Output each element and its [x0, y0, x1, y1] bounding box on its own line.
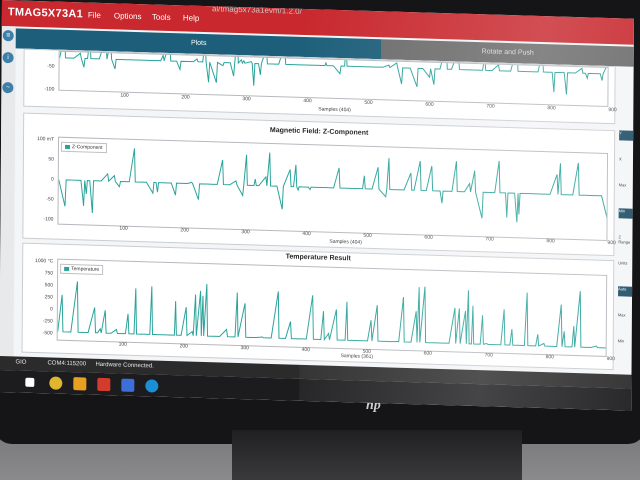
x-axis-title: Samples (404)	[318, 106, 351, 114]
status-connection: Hardware Connected.	[95, 361, 154, 370]
legend-swatch	[64, 266, 70, 271]
x-tick: 600	[423, 350, 432, 357]
x-tick: 800	[547, 105, 556, 112]
y-tick: 0	[50, 306, 53, 313]
x-tick: 900	[606, 355, 615, 363]
photo-scene: hp TMAG5X73A1 al/tmag5x73a1evm/1.2.0/ Fi…	[0, 0, 640, 480]
app-title: TMAG5X73A1	[7, 6, 84, 21]
signal-trace	[58, 148, 610, 223]
x-tick: 200	[181, 94, 190, 101]
wps-icon[interactable]	[97, 377, 111, 392]
legend-swatch	[64, 144, 71, 149]
chart-icon[interactable]: ~	[2, 82, 14, 94]
y-tick: 50	[48, 156, 54, 163]
legend-label: Z-Component	[71, 144, 103, 151]
x-tick: 200	[180, 227, 189, 234]
app-icon[interactable]	[121, 378, 135, 392]
plot-area-temp: Temperature	[56, 258, 611, 357]
laptop-hinge	[232, 430, 522, 480]
edge-icon[interactable]	[145, 379, 159, 393]
y-tick: 250	[44, 294, 53, 301]
x-tick: 800	[546, 238, 555, 245]
x-axis-title: Samples (404)	[329, 238, 362, 246]
right-control[interactable]: Y	[619, 130, 634, 141]
x-tick: 900	[608, 106, 617, 114]
folder-icon[interactable]	[73, 377, 87, 391]
y-tick: -50	[46, 196, 54, 203]
y-tick: 0	[50, 176, 54, 183]
right-control[interactable]: Z Range	[618, 234, 632, 244]
y-tick: 750	[44, 270, 54, 277]
x-tick: 100	[118, 341, 127, 348]
chrome-icon[interactable]	[49, 376, 63, 390]
legend-temp: Temperature	[60, 263, 104, 276]
x-tick: 500	[363, 232, 372, 239]
x-tick: 600	[425, 101, 434, 108]
menu-help[interactable]: Help	[183, 13, 200, 22]
menu-options[interactable]: Options	[114, 11, 142, 21]
y-tick: 500	[44, 282, 54, 289]
x-tick: 300	[242, 96, 251, 103]
x-tick: 700	[486, 103, 495, 110]
y-tick: -100	[43, 216, 54, 223]
right-controls: Y X Max Min Z Range Units Auto Max Min	[617, 130, 634, 380]
right-control[interactable]: Min	[618, 338, 632, 343]
plot-panel-z-component: Magnetic Field: Z-Component Z-Component …	[22, 112, 616, 257]
trace-temp	[57, 281, 611, 349]
status-gio: GIO	[15, 359, 27, 366]
x-tick: 300	[240, 345, 249, 352]
x-tick: 800	[545, 354, 554, 361]
plot-panel-temperature: Temperature Result Temperature 1000 °C 75…	[21, 242, 615, 371]
legend-z: Z-Component	[60, 141, 107, 154]
signal-trace	[57, 281, 611, 349]
x-tick: 100	[120, 92, 129, 99]
x-tick: 200	[179, 343, 188, 350]
ytick: -50	[47, 63, 55, 70]
menu-icon[interactable]: ≡	[2, 30, 14, 42]
x-tick: 400	[303, 97, 312, 105]
plot-area-z: Z-Component	[57, 136, 610, 241]
right-control[interactable]: Min	[618, 208, 633, 219]
trace-z	[58, 148, 610, 223]
x-tick: 700	[484, 352, 493, 359]
laptop-screen: TMAG5X73A1 al/tmag5x73a1evm/1.2.0/ File …	[0, 0, 634, 411]
y-tick: -500	[42, 330, 53, 337]
x-tick: 600	[424, 234, 433, 241]
legend-label: Temperature	[71, 266, 100, 273]
left-gutter: ≡ i ~	[0, 25, 16, 367]
x-tick: 100	[119, 225, 128, 232]
x-tick: 500	[364, 99, 373, 107]
ytick: -100	[44, 86, 55, 93]
x-tick: 900	[607, 239, 616, 247]
info-icon[interactable]: i	[2, 52, 14, 64]
x-tick: 700	[485, 236, 494, 243]
y-tick: 100 mT	[37, 136, 55, 143]
y-tick: 1000 °C	[35, 257, 54, 265]
right-control[interactable]: Max	[619, 182, 633, 187]
status-port: COM4:115200	[47, 360, 87, 368]
x-tick: 400	[301, 346, 310, 354]
right-control[interactable]: X	[619, 156, 633, 161]
x-tick: 300	[241, 229, 250, 236]
x-axis-title: Samples (361)	[340, 353, 374, 361]
windows-start-icon[interactable]	[25, 377, 35, 387]
right-control[interactable]: Auto	[618, 286, 633, 297]
menu-tools[interactable]: Tools	[152, 12, 171, 22]
y-tick: -250	[42, 318, 53, 325]
right-control[interactable]: Max	[618, 312, 632, 317]
right-control[interactable]: Units	[618, 260, 632, 265]
x-tick: 400	[302, 230, 311, 238]
menu-file[interactable]: File	[88, 11, 101, 20]
